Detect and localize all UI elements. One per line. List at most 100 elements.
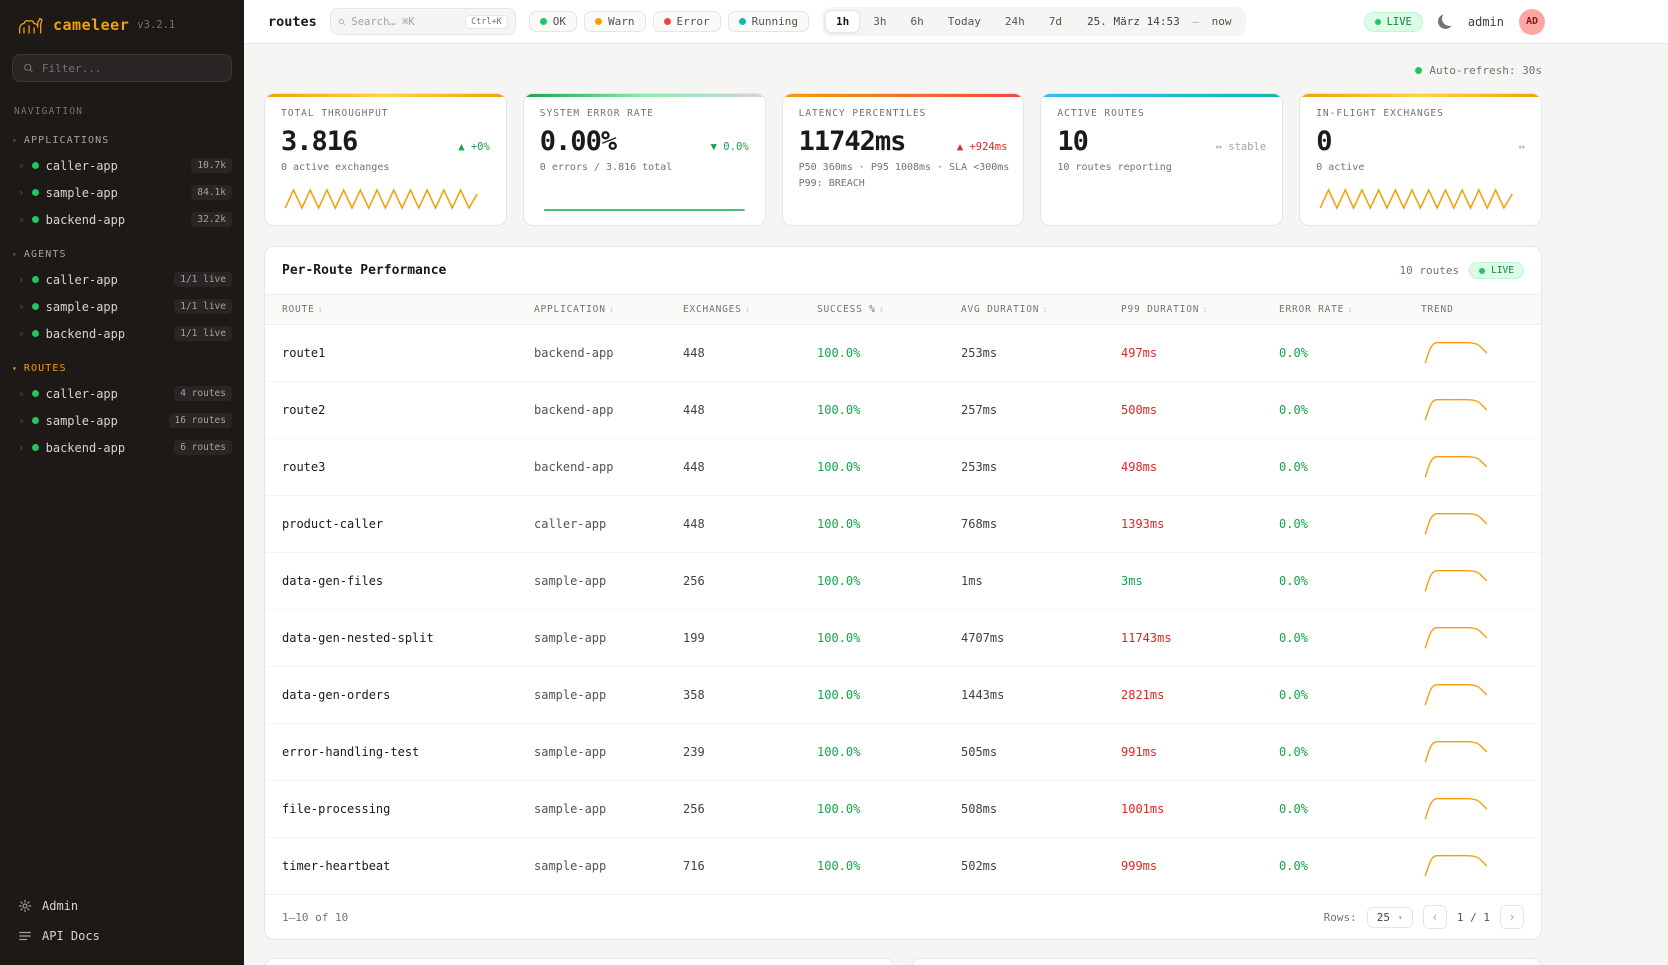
column-header-exchanges[interactable]: EXCHANGES↕ xyxy=(673,295,807,325)
status-dot xyxy=(32,417,39,424)
table-row[interactable]: timer-heartbeat sample-app 716 100.0% 50… xyxy=(265,838,1542,895)
table-row[interactable]: route1 backend-app 448 100.0% 253ms 497m… xyxy=(265,325,1542,382)
chevron-right-icon: › xyxy=(18,327,25,340)
range-today[interactable]: Today xyxy=(937,10,992,33)
cell-error-rate: 0.0% xyxy=(1269,382,1411,439)
live-indicator[interactable]: LIVE xyxy=(1364,12,1423,32)
chevron-right-icon: › xyxy=(18,441,25,454)
cell-trend xyxy=(1411,382,1542,439)
cell-p99-duration: 500ms xyxy=(1111,382,1269,439)
cell-application: backend-app xyxy=(524,439,673,496)
table-row[interactable]: route2 backend-app 448 100.0% 257ms 500m… xyxy=(265,382,1542,439)
rows-per-page-select[interactable]: 25 ▾ xyxy=(1367,907,1413,928)
cell-error-rate: 0.0% xyxy=(1269,325,1411,382)
trend-sparkline xyxy=(1421,738,1493,766)
main-content: Auto-refresh: 30s TOTAL THROUGHPUT 3.816… xyxy=(244,44,1668,965)
table-row[interactable]: data-gen-files sample-app 256 100.0% 1ms… xyxy=(265,553,1542,610)
prev-page-button[interactable]: ‹ xyxy=(1423,905,1447,929)
table-row[interactable]: file-processing sample-app 256 100.0% 50… xyxy=(265,781,1542,838)
camel-logo-icon xyxy=(16,14,45,36)
sidebar-item-agent-sample-app[interactable]: › sample-app 1/1 live xyxy=(0,293,244,320)
avatar[interactable]: AD xyxy=(1519,9,1545,35)
filter-chip-ok[interactable]: OK xyxy=(529,11,577,32)
column-header-avg-duration[interactable]: AVG DURATION↕ xyxy=(951,295,1111,325)
throughput-chart-panel: THROUGHPUT (MSG/S) xyxy=(264,958,895,965)
sidebar-item-routes-backend-app[interactable]: › backend-app 6 routes xyxy=(0,434,244,461)
table-row[interactable]: product-caller caller-app 448 100.0% 768… xyxy=(265,496,1542,553)
top-bar: routes Ctrl+K OK Warn E xyxy=(244,0,1668,44)
table-row[interactable]: data-gen-nested-split sample-app 199 100… xyxy=(265,610,1542,667)
sort-icon: ↕ xyxy=(609,305,615,315)
panel-title: Per-Route Performance xyxy=(282,263,446,278)
cell-application: sample-app xyxy=(524,610,673,667)
kpi-total-throughput[interactable]: TOTAL THROUGHPUT 3.816 ▲ +0% 0 active ex… xyxy=(264,93,507,226)
cell-application: sample-app xyxy=(524,667,673,724)
cell-exchanges: 448 xyxy=(673,439,807,496)
gear-icon xyxy=(18,899,32,913)
cell-success: 100.0% xyxy=(807,838,951,895)
kpi-delta: ▲ +0% xyxy=(458,141,490,153)
api-docs-link[interactable]: API Docs xyxy=(0,921,244,951)
range-3h[interactable]: 3h xyxy=(862,10,897,33)
sidebar-filter[interactable] xyxy=(12,54,232,82)
column-header-route[interactable]: ROUTE↕ xyxy=(265,295,524,325)
admin-link[interactable]: Admin xyxy=(0,891,244,921)
dark-mode-toggle-icon[interactable] xyxy=(1438,14,1453,29)
cell-error-rate: 0.0% xyxy=(1269,439,1411,496)
sidebar-filter-input[interactable] xyxy=(42,62,221,75)
cell-error-rate: 0.0% xyxy=(1269,667,1411,724)
column-header-success[interactable]: SUCCESS %↕ xyxy=(807,295,951,325)
result-range: 1–10 of 10 xyxy=(282,911,348,924)
item-badge: 1/1 live xyxy=(174,326,232,341)
status-dot xyxy=(32,444,39,451)
global-search[interactable]: Ctrl+K xyxy=(330,8,516,35)
table-row[interactable]: route3 backend-app 448 100.0% 253ms 498m… xyxy=(265,439,1542,496)
range-6h[interactable]: 6h xyxy=(900,10,935,33)
range-end: now xyxy=(1212,15,1232,28)
range-7d[interactable]: 7d xyxy=(1038,10,1073,33)
sidebar-item-routes-caller-app[interactable]: › caller-app 4 routes xyxy=(0,380,244,407)
column-header-application[interactable]: APPLICATION↕ xyxy=(524,295,673,325)
routes-count: 10 routes xyxy=(1400,264,1460,277)
next-page-button[interactable]: › xyxy=(1500,905,1524,929)
section-header-agents[interactable]: ▾ AGENTS xyxy=(0,233,244,266)
status-dot xyxy=(32,162,39,169)
sidebar-item-caller-app[interactable]: › caller-app 10.7k xyxy=(0,152,244,179)
section-header-applications[interactable]: ▾ APPLICATIONS xyxy=(0,119,244,152)
cell-route: route2 xyxy=(265,382,524,439)
refresh-dot xyxy=(1415,67,1422,74)
caret-down-icon: ▾ xyxy=(12,250,18,259)
kpi-active-routes[interactable]: ACTIVE ROUTES 10 ↔ stable 10 routes repo… xyxy=(1040,93,1283,226)
table-row[interactable]: data-gen-orders sample-app 358 100.0% 14… xyxy=(265,667,1542,724)
sidebar-item-routes-sample-app[interactable]: › sample-app 16 routes xyxy=(0,407,244,434)
search-icon xyxy=(338,16,346,28)
sidebar: cameleer v3.2.1 NAVIGATION ▾ APPLICATION… xyxy=(0,0,244,965)
table-row[interactable]: error-handling-test sample-app 239 100.0… xyxy=(265,724,1542,781)
date-range-display[interactable]: 25. März 14:53 — now xyxy=(1075,15,1243,28)
kpi-error-rate[interactable]: SYSTEM ERROR RATE 0.00% ▼ 0.0% 0 errors … xyxy=(523,93,766,226)
filter-chip-warn[interactable]: Warn xyxy=(584,11,646,32)
section-header-routes[interactable]: ▾ ROUTES xyxy=(0,347,244,380)
range-24h[interactable]: 24h xyxy=(994,10,1036,33)
item-badge: 10.7k xyxy=(191,158,232,173)
chevron-right-icon: › xyxy=(18,159,25,172)
sidebar-item-sample-app[interactable]: › sample-app 84.1k xyxy=(0,179,244,206)
item-label: backend-app xyxy=(46,327,125,341)
filter-chip-error[interactable]: Error xyxy=(653,11,721,32)
status-dot xyxy=(32,303,39,310)
section-label: ROUTES xyxy=(24,363,67,374)
kpi-latency-percentiles[interactable]: LATENCY PERCENTILES 11742ms ▲ +924ms P50… xyxy=(782,93,1025,226)
accent-strip xyxy=(783,94,1024,97)
sidebar-item-agent-caller-app[interactable]: › caller-app 1/1 live xyxy=(0,266,244,293)
sidebar-item-backend-app[interactable]: › backend-app 32.2k xyxy=(0,206,244,233)
filter-chip-running[interactable]: Running xyxy=(728,11,809,32)
search-input[interactable] xyxy=(351,16,459,28)
column-header-error-rate[interactable]: ERROR RATE↕ xyxy=(1269,295,1411,325)
column-header-p99-duration[interactable]: P99 DURATION↕ xyxy=(1111,295,1269,325)
column-header-trend: TREND xyxy=(1411,295,1542,325)
kpi-inflight-exchanges[interactable]: IN-FLIGHT EXCHANGES 0 ↔ 0 active xyxy=(1299,93,1542,226)
kpi-delta: ↔ xyxy=(1519,141,1525,153)
sidebar-item-agent-backend-app[interactable]: › backend-app 1/1 live xyxy=(0,320,244,347)
cell-success: 100.0% xyxy=(807,439,951,496)
range-1h[interactable]: 1h xyxy=(825,10,860,33)
